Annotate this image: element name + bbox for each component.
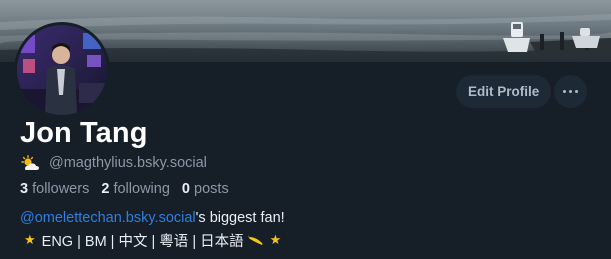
handle-row: @magthylius.bsky.social [20,154,207,172]
sun-behind-cloud-icon [21,155,39,170]
banana-icon [247,235,263,245]
following-stat[interactable]: 2 following [101,181,170,197]
profile-stats: 3 followers 2 following 0 posts [20,181,237,197]
bio-line-1: @omelettechan.bsky.social's biggest fan! [20,210,285,226]
bio-mention-link[interactable]: @omelettechan.bsky.social [20,210,196,226]
following-label: following [113,181,170,197]
following-count: 2 [101,181,110,197]
posts-stat: 0 posts [182,181,229,197]
bio-text: 's biggest fan! [195,210,285,226]
more-options-button[interactable] [554,75,587,108]
star-icon: ★ [269,232,282,247]
avatar-photo [17,25,107,115]
posts-label: posts [194,181,229,197]
bio-languages: ENG | BM | 中文 | 粵语 | 日本語 [41,233,244,250]
edit-profile-button[interactable]: Edit Profile [456,75,552,108]
followers-stat[interactable]: 3 followers [20,181,89,197]
ellipsis-icon [563,90,566,93]
profile-avatar[interactable] [14,22,110,118]
profile-handle: @magthylius.bsky.social [49,155,207,171]
profile-header: Edit Profile Jon Tang @magthylius.bsky.s… [0,0,611,259]
star-icon: ★ [24,232,36,247]
posts-count: 0 [181,181,190,197]
bio-line-2: ★ ENG | BM | 中文 | 粵语 | 日本語 ★ [20,231,282,250]
followers-label: followers [32,181,90,197]
followers-count: 3 [20,181,29,197]
display-name: Jon Tang [20,117,148,149]
